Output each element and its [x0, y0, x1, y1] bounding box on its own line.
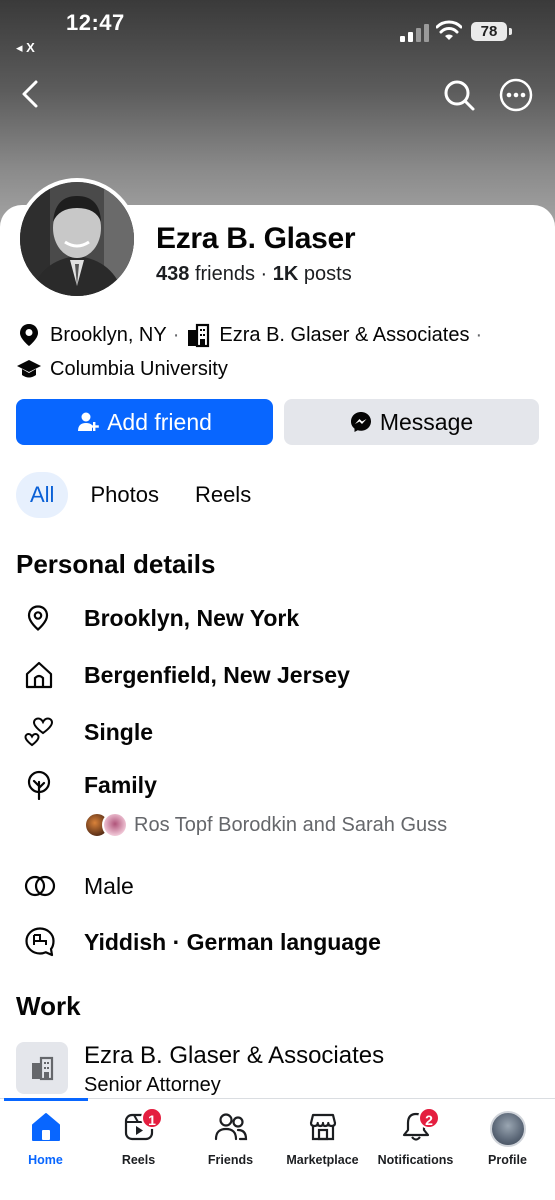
- separator-dot: ·: [475, 323, 483, 346]
- home-icon: [31, 1113, 60, 1141]
- search-icon[interactable]: [442, 78, 476, 112]
- intro-row-2: Columbia University: [16, 356, 228, 382]
- home-icon: [25, 661, 53, 689]
- detail-text: Single: [84, 718, 154, 745]
- work-title: Work: [16, 991, 81, 1021]
- detail-family[interactable]: Family: [16, 765, 536, 805]
- intro-school[interactable]: Columbia University: [50, 358, 228, 381]
- bottom-tab-bar: Home 1 Reels Friends Marketplace 2 Notif…: [0, 1098, 555, 1200]
- message-button[interactable]: Message: [284, 399, 539, 445]
- profile-avatar-thumbnail: [489, 1111, 526, 1147]
- friends-count[interactable]: 438: [156, 263, 189, 285]
- building-icon: [32, 1056, 54, 1081]
- intro-row-1: Brooklyn, NY · Ezra B. Glaser & Associat…: [16, 322, 488, 348]
- tabbar-profile[interactable]: Profile: [452, 1099, 555, 1179]
- family-members[interactable]: Ros Topf Borodkin and Sarah Guss: [84, 812, 447, 838]
- tabbar-label: Profile: [488, 1153, 527, 1167]
- posts-count: 1K: [272, 263, 299, 285]
- hearts-icon: [24, 717, 54, 747]
- family-tree-icon: [27, 770, 51, 800]
- detail-text: Family: [84, 771, 157, 798]
- active-tab-indicator: [4, 1098, 88, 1101]
- location-pin-icon: [27, 605, 49, 631]
- posts-label: posts: [303, 263, 352, 285]
- language-icon: [25, 927, 55, 957]
- profile-tabs: All Photos Reels: [16, 472, 273, 518]
- detail-text: Bergenfield, New Jersey: [84, 661, 350, 688]
- status-bar: 12:47 ◂ X 78: [0, 0, 555, 64]
- add-friend-label: Add friend: [107, 408, 212, 435]
- detail-text: Brooklyn, New York: [84, 604, 300, 631]
- detail-gender[interactable]: Male: [16, 866, 536, 906]
- detail-relationship[interactable]: Single: [16, 712, 536, 752]
- profile-name: Ezra B. Glaser: [156, 222, 356, 255]
- gender-icon: [24, 875, 56, 897]
- profile-stats: 438 friends · 1K posts: [156, 263, 352, 285]
- add-person-icon: [78, 412, 99, 431]
- friends-icon: [214, 1113, 247, 1141]
- intro-workplace[interactable]: Ezra B. Glaser & Associates: [219, 324, 469, 347]
- profile-avatar[interactable]: [16, 178, 138, 300]
- work-role: Senior Attorney: [84, 1074, 221, 1096]
- back-arrow-icon[interactable]: [14, 76, 50, 112]
- friends-label[interactable]: friends: [195, 263, 255, 285]
- tab-photos[interactable]: Photos: [76, 472, 173, 518]
- detail-text: Male: [84, 872, 134, 899]
- back-to-app-link[interactable]: ◂ X: [16, 40, 35, 56]
- messenger-icon: [350, 412, 371, 432]
- cellular-signal-icon: [400, 24, 429, 42]
- graduation-cap-icon: [17, 360, 41, 378]
- work-company-name[interactable]: Ezra B. Glaser & Associates: [84, 1042, 384, 1070]
- location-pin-icon: [20, 324, 38, 346]
- detail-hometown[interactable]: Bergenfield, New Jersey: [16, 655, 536, 695]
- marketplace-icon: [309, 1113, 336, 1141]
- separator-dot: ·: [172, 323, 180, 346]
- tab-all[interactable]: All: [16, 472, 69, 518]
- intro-location[interactable]: Brooklyn, NY: [50, 324, 167, 347]
- personal-details-title: Personal details: [16, 549, 216, 579]
- battery-tip: [509, 28, 512, 35]
- profile-photo: [20, 182, 134, 296]
- reels-badge: 1: [141, 1107, 163, 1129]
- family-members-text: Ros Topf Borodkin and Sarah Guss: [134, 813, 448, 836]
- detail-current-city[interactable]: Brooklyn, New York: [16, 598, 536, 638]
- notifications-badge: 2: [418, 1107, 440, 1129]
- family-member-avatar: [102, 812, 128, 838]
- detail-languages[interactable]: Yiddish · German language: [16, 922, 536, 962]
- detail-text: Yiddish · German language: [84, 928, 381, 955]
- add-friend-button[interactable]: Add friend: [16, 399, 273, 445]
- battery-indicator: 78: [471, 22, 507, 41]
- status-time: 12:47: [66, 10, 125, 35]
- message-label: Message: [379, 408, 474, 435]
- work-company-icon[interactable]: [16, 1042, 68, 1094]
- more-options-icon[interactable]: [499, 78, 533, 112]
- tab-reels[interactable]: Reels: [181, 472, 265, 518]
- building-icon: [188, 323, 210, 348]
- wifi-icon: [436, 20, 462, 40]
